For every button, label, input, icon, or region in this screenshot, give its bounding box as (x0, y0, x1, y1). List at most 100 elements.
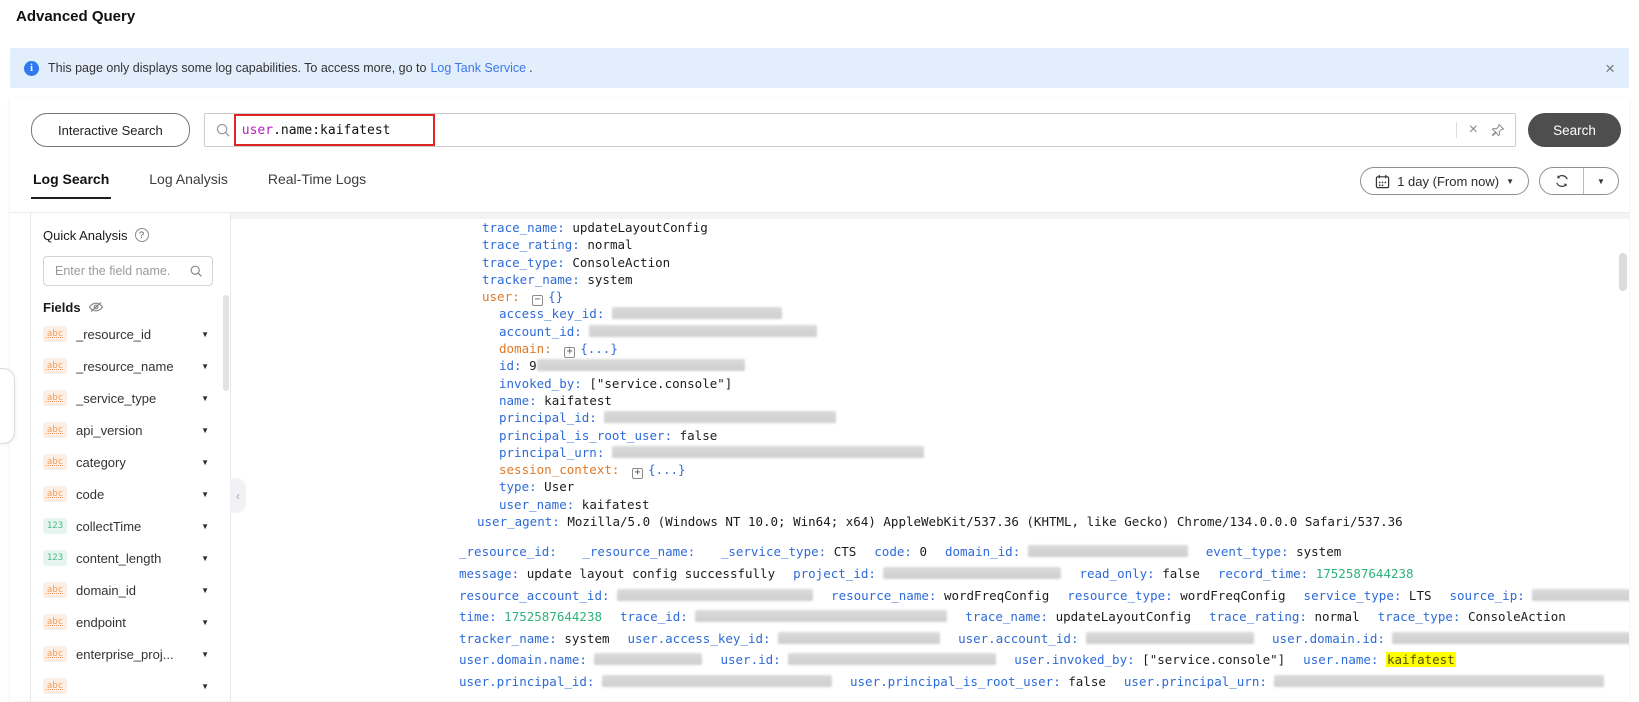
field-item[interactable]: abc_resource_name▼ (43, 350, 221, 382)
chevron-down-icon[interactable]: ▼ (201, 490, 209, 499)
log-field: code: 0 (874, 544, 927, 559)
expand-icon[interactable]: + (564, 347, 575, 358)
log-field: user.principal_is_root_user: false (850, 674, 1106, 689)
page-title: Advanced Query (16, 8, 135, 25)
log-tree-line: domain: +{...} (231, 340, 1629, 357)
chevron-down-icon[interactable]: ▼ (201, 586, 209, 595)
log-key: user_agent: (477, 514, 560, 529)
query-highlight-box: user.name:kaifatest (234, 114, 435, 146)
field-label: _resource_id (76, 327, 201, 342)
search-button[interactable]: Search (1528, 113, 1621, 147)
pin-icon[interactable] (1490, 123, 1505, 138)
log-key: user.id: (720, 652, 780, 667)
chevron-down-icon[interactable]: ▼ (201, 522, 209, 531)
chevron-down-icon[interactable]: ▼ (201, 458, 209, 467)
tabs-row: Log Search Log Analysis Real-Time Logs 1 d… (10, 163, 1629, 199)
log-key: user.domain.name: (459, 652, 587, 667)
search-icon (215, 122, 231, 138)
log-field: user.name: kaifatest (1303, 652, 1456, 667)
field-item[interactable]: abc _resource_id▼ (43, 318, 221, 350)
sidebar-scrollbar[interactable] (223, 295, 229, 391)
log-value: updateLayoutConfig (572, 220, 707, 235)
chevron-down-icon[interactable]: ▼ (201, 426, 209, 435)
info-icon: i (24, 61, 39, 76)
chevron-down-icon[interactable]: ▼ (201, 682, 209, 691)
log-grid-row: tracker_name: systemuser.access_key_id: … (231, 628, 1629, 650)
field-item[interactable]: abc_service_type▼ (43, 382, 221, 414)
log-value: 0 (919, 544, 927, 559)
tab-real-time-logs[interactable]: Real-Time Logs (266, 163, 368, 199)
field-search-input[interactable] (53, 263, 183, 279)
log-key: message: (459, 566, 519, 581)
left-panel-expand-handle[interactable] (0, 368, 15, 444)
log-field: service_type: LTS (1304, 588, 1432, 603)
log-grid: _resource_id: _resource_name: _service_t… (231, 541, 1629, 692)
field-item[interactable]: abcdomain_id▼ (43, 574, 221, 606)
field-label: enterprise_proj... (76, 647, 201, 662)
log-value: Mozilla/5.0 (Windows NT 10.0; Win64; x64… (567, 514, 1402, 529)
query-input[interactable]: user.name:kaifatest × (204, 113, 1516, 147)
log-key: project_id: (793, 566, 876, 581)
log-tree-line: invoked_by: ["service.console"] (231, 375, 1629, 392)
chevron-down-icon[interactable]: ▼ (201, 330, 209, 339)
log-grid-row: time: 1752587644238trace_id: trace_name:… (231, 606, 1629, 628)
field-item[interactable]: abccode▼ (43, 478, 221, 510)
log-scrollbar[interactable] (1619, 253, 1627, 291)
quick-analysis-sidebar: Quick Analysis ? Fields abc_resource_id▼… (30, 213, 231, 701)
log-tree-line: session_context: +{...} (231, 461, 1629, 478)
log-grid-row: user.principal_id: user.principal_is_roo… (231, 671, 1629, 693)
log-field: user.id: (720, 652, 996, 667)
time-range-button[interactable]: 1 day (From now) ▼ (1360, 167, 1529, 195)
log-key: user.principal_id: (459, 674, 594, 689)
log-results-panel: trace_name: updateLayoutConfig trace_rati… (231, 213, 1629, 701)
chevron-down-icon[interactable]: ▼ (201, 618, 209, 627)
log-value: normal (587, 237, 632, 252)
log-field: trace_rating: normal (1209, 609, 1360, 624)
field-item[interactable]: abc▼ (43, 670, 221, 702)
chevron-down-icon[interactable]: ▼ (201, 362, 209, 371)
chevron-down-icon[interactable]: ▼ (201, 394, 209, 403)
field-label: collectTime (76, 519, 201, 534)
query-field-token: user (242, 123, 273, 138)
text-type-icon: abc (43, 390, 67, 406)
interactive-search-button[interactable]: Interactive Search (31, 113, 190, 147)
chevron-down-icon[interactable]: ▼ (201, 554, 209, 563)
chevron-down-icon[interactable]: ▼ (201, 650, 209, 659)
eye-off-icon[interactable] (88, 299, 104, 315)
tab-log-search[interactable]: Log Search (31, 163, 111, 199)
banner-close-icon[interactable]: × (1605, 60, 1615, 77)
log-grid-row: user.domain.name: user.id: user.invoked_… (231, 649, 1629, 671)
field-label: content_length (76, 551, 201, 566)
object-brace: {...} (648, 462, 686, 477)
log-key: resource_type: (1067, 588, 1172, 603)
log-field: trace_id: (620, 609, 947, 624)
field-search-box[interactable] (43, 256, 213, 286)
text-type-icon: abc (43, 646, 67, 662)
field-item[interactable]: 123collectTime▼ (43, 510, 221, 542)
log-tank-service-link[interactable]: Log Tank Service (430, 61, 526, 75)
field-item[interactable]: abcendpoint▼ (43, 606, 221, 638)
field-item[interactable]: abc enterprise_proj...▼ (43, 638, 221, 670)
field-item[interactable]: abcapi_version▼ (43, 414, 221, 446)
calendar-icon (1375, 174, 1390, 189)
field-item[interactable]: 123content_length▼ (43, 542, 221, 574)
field-item[interactable]: abccategory▼ (43, 446, 221, 478)
tab-log-analysis[interactable]: Log Analysis (147, 163, 230, 199)
text-type-icon: abc (43, 486, 67, 502)
redacted-value (788, 653, 996, 665)
clear-query-icon[interactable]: × (1469, 122, 1478, 138)
sidebar-collapse-handle[interactable]: ‹ (230, 478, 246, 513)
log-key: trace_id: (620, 609, 688, 624)
help-icon[interactable]: ? (135, 228, 149, 242)
collapse-icon[interactable]: − (532, 295, 543, 306)
log-field: message: update layout config successful… (459, 566, 775, 581)
refresh-options-button[interactable]: ▼ (1583, 168, 1618, 194)
log-tree-line: user: −{} (231, 288, 1629, 305)
expand-icon[interactable]: + (632, 468, 643, 479)
search-row: Interactive Search user.name:kaifatest ×… (10, 98, 1629, 147)
log-field: resource_type: wordFreqConfig (1067, 588, 1285, 603)
refresh-button[interactable] (1540, 168, 1583, 194)
text-type-icon: abc (43, 326, 67, 342)
refresh-split-button: ▼ (1539, 167, 1619, 195)
log-tree-line: trace_name: updateLayoutConfig (231, 219, 1629, 236)
